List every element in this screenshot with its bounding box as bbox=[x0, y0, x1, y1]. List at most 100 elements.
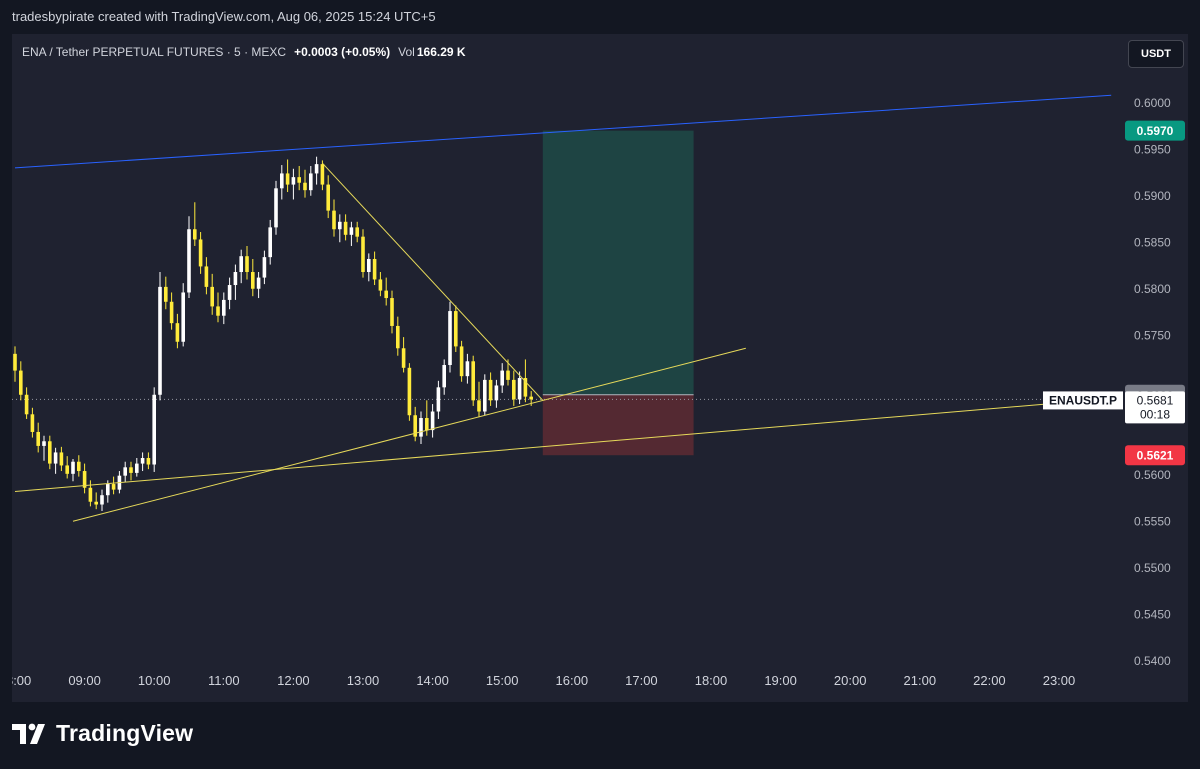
candle-body bbox=[448, 311, 452, 366]
candle bbox=[146, 452, 151, 470]
candle-body bbox=[338, 221, 342, 230]
candle-body bbox=[477, 400, 481, 412]
candle-body bbox=[320, 164, 325, 185]
candle-body bbox=[222, 299, 226, 316]
candle bbox=[65, 456, 69, 479]
candle-body bbox=[53, 452, 58, 464]
candle bbox=[372, 251, 377, 286]
candle bbox=[239, 249, 243, 284]
candle bbox=[401, 337, 406, 373]
candle-body bbox=[210, 286, 214, 307]
volume-label: Vol bbox=[398, 45, 415, 59]
candle-body bbox=[454, 311, 458, 347]
candle bbox=[442, 359, 446, 395]
x-tick-label: 23:00 bbox=[1043, 673, 1076, 688]
candle bbox=[82, 463, 87, 494]
candle-body bbox=[36, 431, 40, 446]
candle bbox=[233, 264, 238, 300]
candle-body bbox=[326, 184, 330, 211]
candle-body bbox=[135, 463, 139, 473]
candle bbox=[216, 292, 220, 323]
candle bbox=[326, 175, 330, 219]
candle bbox=[314, 156, 319, 185]
candle bbox=[268, 219, 272, 265]
candle bbox=[459, 340, 464, 382]
candle-body bbox=[94, 501, 98, 505]
candle bbox=[309, 165, 313, 196]
candle-body bbox=[111, 484, 116, 490]
candle-body bbox=[175, 323, 180, 342]
candle bbox=[135, 458, 139, 477]
candle-body bbox=[227, 285, 232, 300]
candle-body bbox=[314, 164, 319, 174]
y-tick-label: 0.5550 bbox=[1134, 514, 1171, 528]
candle bbox=[512, 370, 516, 406]
tradingview-brand: TradingView bbox=[56, 720, 194, 746]
candle-body bbox=[48, 441, 52, 464]
candle bbox=[274, 180, 278, 235]
currency-button[interactable]: USDT bbox=[1128, 40, 1184, 68]
candle bbox=[390, 290, 394, 334]
x-tick-label: 12:00 bbox=[277, 673, 310, 688]
candle bbox=[48, 435, 52, 470]
y-tick-label: 0.5450 bbox=[1134, 607, 1171, 621]
candle-body bbox=[378, 279, 383, 291]
candle-body bbox=[77, 461, 81, 472]
candle bbox=[297, 165, 301, 191]
candle-body bbox=[181, 292, 185, 342]
y-tick-label: 0.5950 bbox=[1134, 142, 1171, 156]
price-change: +0.0003 (+0.05%) bbox=[294, 45, 391, 59]
x-tick-label: 13:00 bbox=[347, 673, 380, 688]
candle-body bbox=[407, 367, 412, 416]
candle-body bbox=[309, 173, 313, 191]
candle-body bbox=[483, 379, 487, 412]
candle bbox=[94, 492, 98, 510]
x-tick-label: 17:00 bbox=[625, 673, 658, 688]
candle-body bbox=[471, 361, 475, 401]
candle-body bbox=[529, 396, 533, 400]
price-chart[interactable]: 0.5400 0.5450 0.5500 0.5550 0.5600 0.5750 0.58… bbox=[12, 34, 1188, 702]
candle-body bbox=[164, 286, 168, 302]
candle-body bbox=[274, 188, 278, 228]
candle bbox=[407, 363, 412, 421]
candle bbox=[19, 361, 23, 401]
candle-body bbox=[517, 378, 522, 400]
candle-body bbox=[262, 257, 267, 278]
x-tick-label: 09:00 bbox=[68, 673, 101, 688]
candle bbox=[436, 380, 441, 419]
candle bbox=[430, 404, 435, 438]
candle bbox=[36, 422, 40, 453]
candle-body bbox=[239, 256, 243, 273]
candle bbox=[500, 363, 504, 393]
candle bbox=[448, 301, 452, 373]
candle bbox=[111, 476, 116, 495]
candle-body bbox=[193, 229, 197, 240]
candle-body bbox=[303, 182, 307, 191]
stop-price-label: 0.5621 bbox=[1137, 449, 1174, 463]
chart-pane[interactable]: 0.5400 0.5450 0.5500 0.5550 0.5600 0.5750 0.58… bbox=[12, 34, 1188, 702]
x-tick-label: 08:00 bbox=[12, 673, 31, 688]
candle bbox=[30, 407, 35, 438]
candle-body bbox=[204, 266, 209, 287]
candle bbox=[158, 272, 162, 401]
y-tick-label: 0.5750 bbox=[1134, 328, 1171, 342]
candle bbox=[291, 168, 296, 200]
candle-body bbox=[59, 452, 64, 466]
candle-body bbox=[401, 348, 406, 368]
y-tick-label: 0.5600 bbox=[1134, 468, 1171, 482]
trendline-resistance bbox=[322, 162, 544, 401]
candle-body bbox=[268, 227, 272, 258]
candle bbox=[140, 452, 145, 472]
x-tick-label: 10:00 bbox=[138, 673, 171, 688]
candle-body bbox=[187, 229, 191, 293]
candle-body bbox=[332, 210, 336, 230]
x-tick-label: 19:00 bbox=[764, 673, 797, 688]
candle bbox=[355, 221, 359, 243]
candle-body bbox=[24, 394, 29, 415]
candle-body bbox=[198, 239, 203, 267]
candle bbox=[42, 435, 46, 461]
candle bbox=[77, 455, 81, 477]
attribution-text: tradesbypirate created with TradingView.… bbox=[12, 9, 436, 24]
x-tick-label: 20:00 bbox=[834, 673, 867, 688]
candle bbox=[181, 283, 185, 347]
